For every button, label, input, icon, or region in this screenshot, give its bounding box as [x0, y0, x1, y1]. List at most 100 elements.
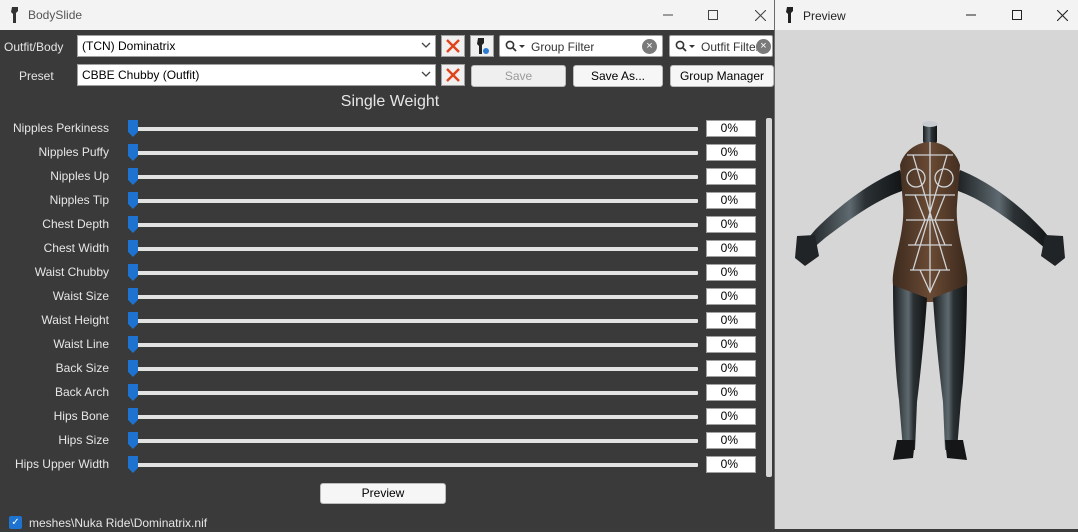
- slider-label: Nipples Tip: [49, 193, 109, 207]
- slider-label: Waist Line: [53, 337, 109, 351]
- slider-value-input[interactable]: 0%: [706, 216, 756, 233]
- close-button[interactable]: [1039, 0, 1078, 30]
- slider-thumb[interactable]: [128, 336, 138, 353]
- slider-value-input[interactable]: 0%: [706, 432, 756, 449]
- clear-icon[interactable]: ×: [642, 39, 657, 54]
- app-icon: [11, 7, 18, 23]
- slider-track[interactable]: [131, 343, 698, 347]
- clear-preset-button[interactable]: [441, 64, 465, 86]
- preview-button[interactable]: Preview: [320, 483, 446, 504]
- slider-thumb[interactable]: [128, 360, 138, 377]
- close-icon: [1056, 9, 1068, 21]
- clear-x-icon: [446, 68, 460, 82]
- slider-track[interactable]: [131, 271, 698, 275]
- group-manager-button[interactable]: Group Manager: [670, 65, 774, 87]
- slider-thumb[interactable]: [128, 408, 138, 425]
- slider-track[interactable]: [131, 391, 698, 395]
- maximize-button[interactable]: [690, 0, 736, 30]
- slider-label: Waist Height: [41, 313, 109, 327]
- outfit-studio-icon: [477, 38, 489, 54]
- slider-track[interactable]: [131, 439, 698, 443]
- slider-track[interactable]: [131, 199, 698, 203]
- slider-value-input[interactable]: 0%: [706, 456, 756, 473]
- slider-thumb[interactable]: [128, 144, 138, 161]
- slider-track[interactable]: [131, 367, 698, 371]
- slider-track[interactable]: [131, 127, 698, 131]
- preview-window: Preview: [774, 0, 1078, 529]
- slider-value-input[interactable]: 0%: [706, 120, 756, 137]
- slider-row: Nipples Perkiness 0%: [0, 117, 760, 141]
- outfit-studio-button[interactable]: [470, 35, 494, 57]
- slider-row: Nipples Puffy 0%: [0, 141, 760, 165]
- outfit-filter-input[interactable]: Outfit Filter ×: [669, 35, 773, 57]
- slider-thumb[interactable]: [128, 216, 138, 233]
- close-icon: [754, 9, 766, 21]
- slider-value-input[interactable]: 0%: [706, 408, 756, 425]
- preview-viewport[interactable]: [775, 30, 1078, 529]
- save-button[interactable]: Save: [471, 65, 566, 87]
- slider-thumb[interactable]: [128, 384, 138, 401]
- slider-row: Chest Depth 0%: [0, 213, 760, 237]
- slider-label: Nipples Perkiness: [12, 121, 109, 135]
- slider-track[interactable]: [131, 295, 698, 299]
- slider-thumb[interactable]: [128, 168, 138, 185]
- slider-track[interactable]: [131, 319, 698, 323]
- maximize-button[interactable]: [994, 0, 1040, 30]
- slider-track[interactable]: [131, 463, 698, 467]
- minimize-button[interactable]: [948, 0, 994, 30]
- outfit-select[interactable]: (TCN) Dominatrix: [77, 35, 436, 57]
- slider-track[interactable]: [131, 247, 698, 251]
- slider-track[interactable]: [131, 151, 698, 155]
- save-as-button[interactable]: Save As...: [573, 65, 663, 87]
- file-path: meshes\Nuka Ride\Dominatrix.nif: [29, 516, 208, 530]
- slider-value-input[interactable]: 0%: [706, 312, 756, 329]
- slider-thumb[interactable]: [128, 432, 138, 449]
- slider-row: Waist Height 0%: [0, 309, 760, 333]
- slider-thumb[interactable]: [128, 120, 138, 137]
- slider-label: Chest Depth: [42, 217, 109, 231]
- slider-row: Hips Size 0%: [0, 429, 760, 453]
- app-icon: [786, 7, 793, 23]
- slider-label: Waist Size: [52, 289, 109, 303]
- slider-value-input[interactable]: 0%: [706, 288, 756, 305]
- slider-track[interactable]: [131, 175, 698, 179]
- slider-value-input[interactable]: 0%: [706, 264, 756, 281]
- slider-label: Chest Width: [43, 241, 109, 255]
- preset-label: Preset: [19, 69, 54, 83]
- group-filter-input[interactable]: Group Filter ×: [499, 35, 663, 57]
- maximize-icon: [1012, 10, 1022, 20]
- minimize-button[interactable]: [645, 0, 691, 30]
- group-filter-placeholder: Group Filter: [531, 40, 595, 54]
- slider-label: Hips Bone: [53, 409, 109, 423]
- checkbox-icon[interactable]: ✓: [9, 516, 22, 529]
- slider-label: Hips Upper Width: [14, 457, 109, 471]
- slider-thumb[interactable]: [128, 312, 138, 329]
- slider-value-input[interactable]: 0%: [706, 336, 756, 353]
- outfit-filter-placeholder: Outfit Filter: [701, 40, 757, 54]
- slider-value-input[interactable]: 0%: [706, 384, 756, 401]
- chevron-down-icon: [421, 42, 431, 48]
- slider-value-input[interactable]: 0%: [706, 192, 756, 209]
- slider-thumb[interactable]: [128, 288, 138, 305]
- bodyslide-window: BodySlide Outfit/Body (TCN) Dominatrix G…: [0, 0, 774, 530]
- clear-x-icon: [446, 39, 460, 53]
- slider-track[interactable]: [131, 415, 698, 419]
- slider-row: Waist Size 0%: [0, 285, 760, 309]
- slider-track[interactable]: [131, 223, 698, 227]
- slider-label: Nipples Up: [50, 169, 109, 183]
- clear-icon[interactable]: ×: [756, 39, 771, 54]
- preset-select[interactable]: CBBE Chubby (Outfit): [77, 64, 436, 86]
- scrollbar[interactable]: [766, 118, 772, 477]
- slider-thumb[interactable]: [128, 456, 138, 473]
- clear-outfit-button[interactable]: [441, 35, 465, 57]
- slider-value-input[interactable]: 0%: [706, 168, 756, 185]
- slider-value-input[interactable]: 0%: [706, 360, 756, 377]
- slider-row: Back Arch 0%: [0, 381, 760, 405]
- slider-value-input[interactable]: 0%: [706, 240, 756, 257]
- slider-thumb[interactable]: [128, 192, 138, 209]
- slider-thumb[interactable]: [128, 240, 138, 257]
- slider-label: Nipples Puffy: [38, 145, 109, 159]
- slider-thumb[interactable]: [128, 264, 138, 281]
- minimize-icon: [966, 14, 976, 16]
- slider-value-input[interactable]: 0%: [706, 144, 756, 161]
